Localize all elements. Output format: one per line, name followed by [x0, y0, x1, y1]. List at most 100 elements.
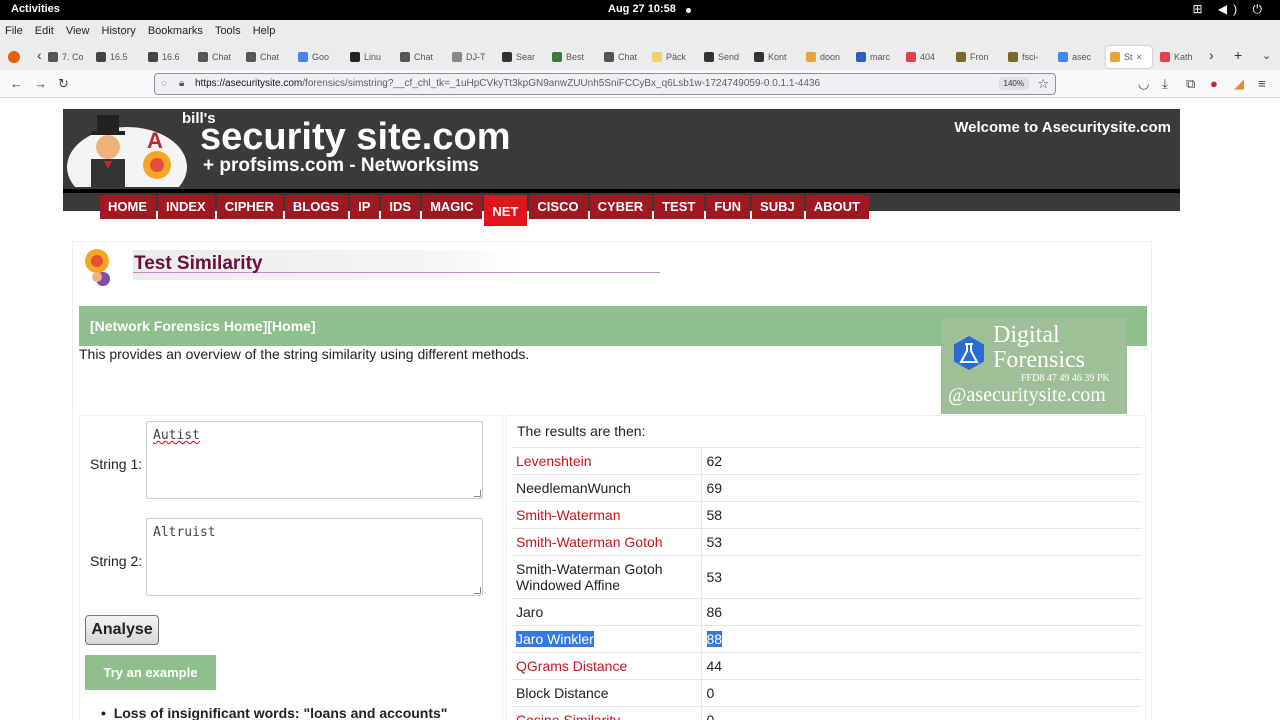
browser-tab[interactable]: Kath: [1160, 46, 1204, 68]
menu-bookmarks[interactable]: Bookmarks: [148, 20, 203, 42]
menu-file[interactable]: File: [5, 20, 23, 42]
browser-tab[interactable]: 16.5: [96, 46, 140, 68]
close-tab-icon[interactable]: ×: [1137, 52, 1142, 62]
bookmark-star-icon[interactable]: ☆: [1037, 76, 1049, 92]
downloads-icon[interactable]: ⤓: [1162, 76, 1168, 92]
system-tray[interactable]: ⊞ ◀) ⏻: [1193, 2, 1268, 17]
extension-icon[interactable]: ◢: [1234, 76, 1244, 92]
tab-favicon-icon: [906, 52, 916, 62]
browser-tab[interactable]: Goo: [298, 46, 342, 68]
browser-tab[interactable]: Kont: [754, 46, 798, 68]
nav-item-ip[interactable]: IP: [350, 195, 380, 219]
zoom-level[interactable]: 140%: [998, 77, 1029, 90]
extensions-icon[interactable]: ⧉: [1186, 76, 1195, 92]
results-heading: The results are then:: [517, 423, 646, 439]
browser-tab[interactable]: Fron: [956, 46, 1000, 68]
tab-list-icon[interactable]: ⌄: [1262, 49, 1271, 62]
nav-item-index[interactable]: INDEX: [158, 195, 215, 219]
tab-scroll-right-icon[interactable]: ›: [1209, 47, 1214, 63]
nav-item-test[interactable]: TEST: [654, 195, 705, 219]
method-label: Jaro: [516, 604, 544, 620]
browser-tab[interactable]: Päck: [652, 46, 696, 68]
method-link[interactable]: QGrams Distance: [516, 658, 627, 674]
flask-hexagon-icon: [954, 336, 984, 370]
nav-item-blogs[interactable]: BLOGS: [284, 195, 349, 219]
forward-icon[interactable]: →: [34, 76, 47, 91]
lock-icon[interactable]: 🔒︎: [179, 78, 184, 89]
browser-tab[interactable]: DJ-T: [452, 46, 496, 68]
browser-tab[interactable]: Send: [704, 46, 748, 68]
digital-forensics-badge[interactable]: Digital Forensics FFD8 47 49 46 39 PK @a…: [941, 318, 1127, 414]
nav-item-about[interactable]: ABOUT: [805, 195, 869, 219]
site-brand[interactable]: security site.com: [200, 116, 510, 159]
menu-view[interactable]: View: [66, 20, 90, 42]
site-mascot-logo[interactable]: A: [67, 115, 187, 187]
browser-tab[interactable]: 404: [906, 46, 950, 68]
firefox-view-icon[interactable]: [8, 51, 20, 63]
browser-tab[interactable]: Chat: [604, 46, 648, 68]
similarity-value: 88: [706, 631, 723, 647]
menu-tools[interactable]: Tools: [215, 20, 241, 42]
menu-history[interactable]: History: [102, 20, 136, 42]
tab-label: Chat: [414, 52, 434, 62]
method-link[interactable]: Smith-Waterman Gotoh: [516, 534, 663, 550]
pocket-icon[interactable]: ◡: [1138, 76, 1149, 92]
app-menu-icon[interactable]: ≡: [1258, 76, 1266, 91]
tab-favicon-icon: [452, 52, 462, 62]
browser-tab[interactable]: asec: [1058, 46, 1102, 68]
browser-tab[interactable]: St ×: [1106, 46, 1152, 68]
browser-tab[interactable]: marc: [856, 46, 900, 68]
activities-button[interactable]: Activities: [11, 3, 60, 15]
browser-tab[interactable]: fsci-: [1008, 46, 1052, 68]
browser-tab[interactable]: Sear: [502, 46, 546, 68]
result-row: Levenshtein 62: [512, 447, 1142, 475]
breadcrumb[interactable]: [Network Forensics Home][Home]: [90, 318, 316, 334]
nav-item-home[interactable]: HOME: [100, 195, 156, 219]
method-link[interactable]: Jaro Winkler: [516, 631, 594, 647]
string1-textarea[interactable]: Autist: [146, 421, 483, 499]
browser-tab[interactable]: 7. Co: [48, 46, 92, 68]
browser-tab[interactable]: Chat: [246, 46, 290, 68]
menu-help[interactable]: Help: [253, 20, 276, 42]
resize-handle-icon[interactable]: [474, 490, 481, 497]
browser-tab[interactable]: Best: [552, 46, 596, 68]
menu-edit[interactable]: Edit: [35, 20, 54, 42]
site-info-icon[interactable]: ◌: [161, 78, 167, 89]
nav-item-net[interactable]: NET: [484, 195, 528, 226]
back-icon[interactable]: ←: [10, 76, 23, 91]
extension-addon-icon[interactable]: ●: [1210, 76, 1218, 91]
results-table: Levenshtein 62 NeedlemanWunch 69 Smith-Water…: [512, 447, 1142, 720]
browser-tab[interactable]: Chat: [400, 46, 444, 68]
tab-scroll-left-icon[interactable]: ‹: [37, 47, 42, 63]
reload-icon[interactable]: ↻: [58, 76, 69, 92]
resize-handle-icon[interactable]: [474, 587, 481, 594]
nav-item-magic[interactable]: MAGIC: [422, 195, 483, 219]
method-link[interactable]: Cosine Similarity: [516, 712, 620, 720]
clock[interactable]: Aug 27 10:58: [608, 3, 676, 15]
nav-item-cyber[interactable]: CYBER: [589, 195, 653, 219]
nav-item-cisco[interactable]: CISCO: [529, 195, 588, 219]
browser-tab[interactable]: 16.6: [148, 46, 192, 68]
nav-item-subj[interactable]: SUBJ: [752, 195, 804, 219]
method-link[interactable]: Smith-Waterman: [516, 507, 621, 523]
string2-textarea[interactable]: Altruist: [146, 518, 483, 596]
try-example-button[interactable]: Try an example: [85, 655, 216, 690]
browser-tab[interactable]: doon: [806, 46, 850, 68]
analyse-button[interactable]: Analyse: [85, 615, 159, 645]
tab-favicon-icon: [48, 52, 58, 62]
tab-label: Send: [718, 52, 740, 62]
nav-item-fun[interactable]: FUN: [706, 195, 751, 219]
nav-item-cipher[interactable]: CIPHER: [216, 195, 283, 219]
url-text[interactable]: https://asecuritysite.com/forensics/sims…: [195, 78, 820, 89]
nav-item-ids[interactable]: IDS: [381, 195, 421, 219]
method-link[interactable]: Levenshtein: [516, 453, 592, 469]
tab-label: asec: [1072, 52, 1092, 62]
browser-tab[interactable]: Chat: [198, 46, 242, 68]
tab-label: fsci-: [1022, 52, 1039, 62]
tab-label: Päck: [666, 52, 687, 62]
browser-tab[interactable]: Linu: [350, 46, 394, 68]
tab-label: Best: [566, 52, 585, 62]
url-bar[interactable]: ◌ 🔒︎ https://asecuritysite.com/forensics…: [154, 73, 1056, 95]
tab-label: doon: [820, 52, 841, 62]
new-tab-icon[interactable]: +: [1234, 47, 1242, 63]
